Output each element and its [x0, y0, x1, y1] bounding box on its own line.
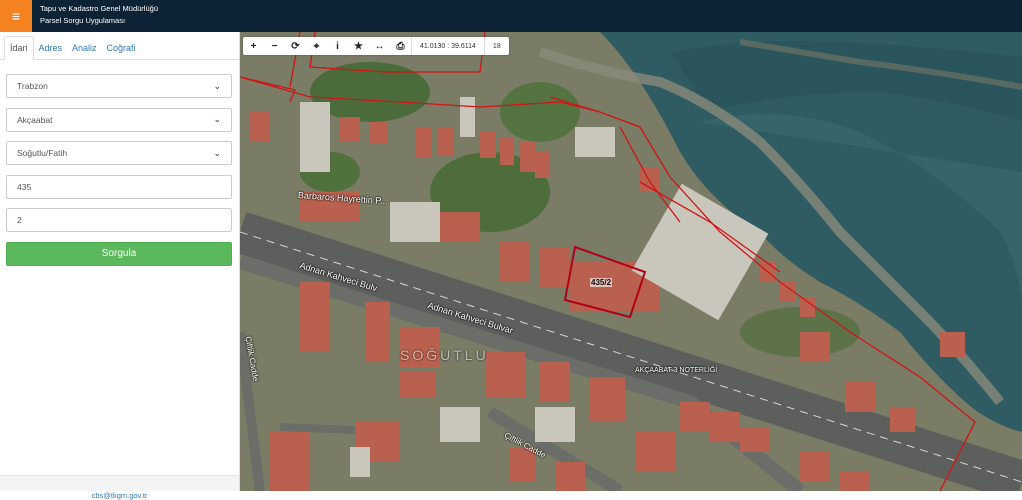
refresh-icon[interactable]: ⟳ — [285, 37, 306, 55]
app-titles: Tapu ve Kadastro Genel Müdürlüğü Parsel … — [40, 3, 158, 27]
tab-adres[interactable]: Adres — [34, 37, 68, 59]
app-header: ≡ Tapu ve Kadastro Genel Müdürlüğü Parse… — [0, 0, 1022, 32]
query-form: Trabzon ⌄ Akçaabat ⌄ Soğutlu/Fatih ⌄ 435… — [0, 60, 239, 266]
chevron-down-icon: ⌄ — [213, 80, 221, 91]
ada-input-value: 435 — [17, 181, 32, 192]
map-view[interactable]: + − ⟳ ⌖ i ★ ↔ ⎙ 41.0130 : 39.6114 18 Bar… — [240, 32, 1022, 491]
parsel-input-value: 2 — [17, 215, 22, 226]
app-subtitle: Parsel Sorgu Uygulaması — [40, 16, 126, 25]
sidebar: İdari Adres Analiz Coğrafi Trabzon ⌄ Akç… — [0, 32, 240, 500]
chevron-down-icon: ⌄ — [213, 147, 221, 158]
coordinates-readout: 41.0130 : 39.6114 — [411, 37, 484, 55]
ilce-select[interactable]: Akçaabat ⌄ — [6, 107, 232, 132]
ada-input[interactable]: 435 — [6, 174, 232, 199]
app-title: Tapu ve Kadastro Genel Müdürlüğü — [40, 4, 158, 13]
print-icon[interactable]: ⎙ — [390, 37, 411, 55]
chevron-down-icon: ⌄ — [213, 114, 221, 125]
sidebar-tabs: İdari Adres Analiz Coğrafi — [0, 32, 239, 60]
locate-icon[interactable]: ⌖ — [306, 37, 327, 55]
sidebar-footer: cbs@tkgm.gov.tr — [0, 475, 239, 500]
menu-icon[interactable]: ≡ — [0, 0, 32, 32]
district-label: SOĞUTLU — [400, 347, 489, 363]
zoom-in-icon[interactable]: + — [243, 37, 264, 55]
tab-cografi[interactable]: Coğrafi — [102, 37, 141, 59]
favorite-icon[interactable]: ★ — [348, 37, 369, 55]
mahalle-select[interactable]: Soğutlu/Fatih ⌄ — [6, 141, 232, 166]
parsel-input[interactable]: 2 — [6, 208, 232, 233]
il-select[interactable]: Trabzon ⌄ — [6, 74, 232, 98]
tab-analiz[interactable]: Analiz — [67, 37, 102, 59]
il-select-value: Trabzon — [17, 81, 48, 91]
map-toolbar: + − ⟳ ⌖ i ★ ↔ ⎙ 41.0130 : 39.6114 18 — [243, 37, 509, 55]
info-icon[interactable]: i — [327, 37, 348, 55]
measure-icon[interactable]: ↔ — [369, 37, 390, 55]
poi-label: AKÇAABAT 3 NOTERLİĞİ — [635, 367, 718, 374]
tab-idari[interactable]: İdari — [4, 36, 34, 60]
zoom-level-readout: 18 — [483, 37, 509, 55]
contact-email-link[interactable]: cbs@tkgm.gov.tr — [92, 491, 148, 500]
aerial-imagery — [240, 32, 1022, 491]
parcel-label: 435/2 — [590, 278, 613, 287]
mahalle-select-value: Soğutlu/Fatih — [17, 148, 68, 159]
sorgula-button[interactable]: Sorgula — [6, 241, 232, 266]
ilce-select-value: Akçaabat — [17, 114, 53, 125]
zoom-out-icon[interactable]: − — [264, 37, 285, 55]
